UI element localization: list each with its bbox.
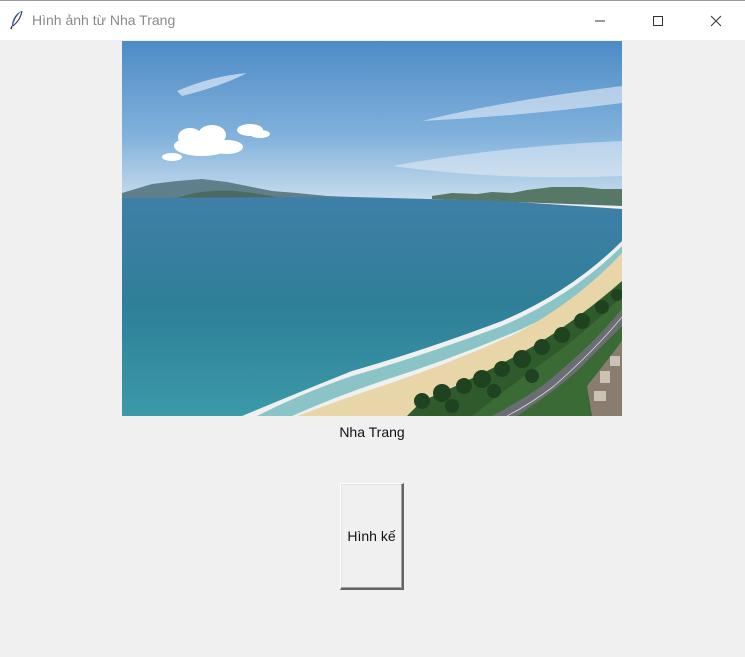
maximize-icon xyxy=(653,16,663,26)
minimize-icon xyxy=(595,20,605,22)
image-caption: Nha Trang xyxy=(339,424,405,440)
next-image-button[interactable]: Hình kế xyxy=(340,483,404,590)
minimize-button[interactable] xyxy=(571,1,629,41)
close-button[interactable] xyxy=(687,1,745,41)
maximize-button[interactable] xyxy=(629,1,687,41)
next-image-button-label: Hình kế xyxy=(347,528,396,544)
feather-icon xyxy=(10,10,23,30)
window-title: Hình ảnh từ Nha Trang xyxy=(32,12,176,28)
close-icon xyxy=(710,15,722,27)
nha-trang-photo xyxy=(122,41,622,416)
title-bar[interactable]: Hình ảnh từ Nha Trang xyxy=(0,0,745,40)
